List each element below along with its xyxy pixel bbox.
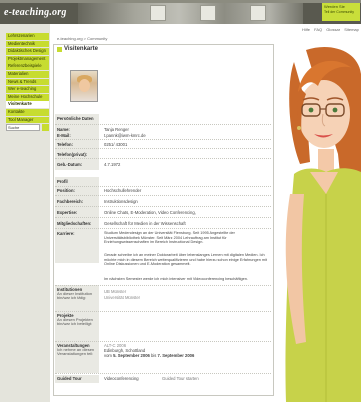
badge-line2: Teil der Community (324, 10, 354, 14)
card-icon (57, 47, 62, 52)
divider (55, 217, 271, 218)
telefon-value: 0251/ 43001 (104, 142, 128, 147)
divider (55, 206, 271, 207)
sidebar-item-tool-manager[interactable]: Tool Manager (6, 116, 49, 124)
divider (55, 228, 271, 229)
photo-face (79, 79, 90, 92)
start-tour-link[interactable]: Guided Tour starten (162, 376, 199, 381)
divider (55, 195, 271, 196)
telefon-label: Telefon: (57, 142, 73, 147)
divider (55, 186, 271, 187)
expertise-value: Online Chats, E-Moderation, Video Confer… (104, 210, 196, 215)
section-profil: Profil (57, 179, 68, 184)
karriere-label: Karriere: (57, 231, 75, 236)
top-nav: Hilfe FAQ Glossar Sitemap (302, 27, 361, 32)
sidebar-item-materialien[interactable]: Materialien (6, 70, 49, 78)
karriere-text-2: Gerade schreibe ich an meiner Doktorarbe… (104, 253, 267, 267)
sidebar-item-referenzbeispiele[interactable]: Referenzbeispiele (6, 63, 49, 71)
search-box: Suche (6, 124, 49, 132)
sidebar-item-wer[interactable]: Wer e-teaching (6, 86, 49, 93)
name-value: Tanja Renger (104, 127, 129, 132)
site-logo[interactable]: e-teaching.org (4, 7, 67, 18)
badge-line1: Werden Sie (324, 4, 345, 9)
projekte-hint: An diesen Projekten bin/war ich beteilig… (57, 317, 93, 327)
divider (55, 148, 271, 149)
divider (55, 311, 271, 312)
mitglied-label: Mitgliedschaften: (57, 221, 92, 226)
position-value: Hochschullehrender (104, 188, 142, 193)
sidebar-item-medientechnik[interactable]: Medientechnik (6, 40, 49, 48)
email-link[interactable]: t.pannk@iwm-kmrc.de (104, 133, 146, 138)
topnav-sitemap-link[interactable]: Sitemap (344, 27, 359, 32)
header-photo (250, 5, 266, 21)
institution-2[interactable]: Universität Münster (104, 295, 140, 300)
section-guided-tour: Guided Tour (57, 376, 82, 381)
veranstaltungen-hint: Ich nehme an diesen Veranstaltungen teil… (57, 347, 95, 357)
search-input[interactable]: Suche (6, 124, 40, 131)
institution-hint: An dieser Institution bin/war ich tätig: (57, 291, 93, 301)
karriere-text-3: Im nächsten Semester werde ich mich inte… (104, 277, 248, 281)
header-photo (150, 5, 166, 21)
sidebar-item-lehrszenarien[interactable]: Lehrszenarien (6, 33, 49, 40)
telefon-privat-label: Telefon(privat): (57, 152, 88, 157)
tour-name: Videoconferencing (104, 376, 139, 381)
header-bar: e-teaching.org Werden Sie Teil der Commu… (0, 0, 361, 24)
breadcrumb[interactable]: e-teaching.org > Community (57, 36, 107, 41)
divider (55, 158, 271, 159)
sidebar-menu: Lehrszenarien Medientechnik Didaktisches… (6, 33, 49, 124)
institution-1[interactable]: UB Münster (104, 289, 126, 294)
page-title: Visitenkarte (64, 46, 98, 52)
position-label: Position: (57, 188, 75, 193)
community-badge[interactable]: Werden Sie Teil der Community (322, 3, 360, 21)
event-date-from: 5. September 2006 (113, 353, 150, 358)
event-dates-mid: bis (149, 353, 158, 358)
expertise-label: Expertise: (57, 210, 78, 215)
divider (55, 139, 271, 140)
topnav-help-link[interactable]: Hilfe (302, 27, 310, 32)
divider (55, 341, 271, 342)
sidebar-item-visitenkarte[interactable]: Visitenkarte (6, 101, 49, 109)
event-dates-pre: vom (104, 353, 114, 358)
event-dates: vom 5. September 2006 bis 7. September 2… (104, 353, 194, 358)
sidebar-item-kontakte[interactable]: Kontakte (6, 108, 49, 116)
email-label: E-Mail: (57, 133, 71, 138)
section-personal: Persönliche Daten (57, 116, 94, 121)
sidebar-item-hochschule[interactable]: Meine Hochschule (6, 93, 49, 101)
geb-label: Geb.-Datum: (57, 162, 83, 167)
topnav-faq-link[interactable]: FAQ (314, 27, 322, 32)
header-photo-strip (78, 3, 303, 24)
header-photo (200, 5, 216, 21)
divider (55, 285, 271, 286)
mitglied-value: Gesellschaft für Medien in der Wissensch… (104, 221, 186, 226)
topnav-glossar-link[interactable]: Glossar (326, 27, 340, 32)
sidebar-item-didaktisches-design[interactable]: Didaktisches Design (6, 48, 49, 55)
event-date-to: 7. September 2006 (157, 353, 195, 358)
sidebar-item-news[interactable]: News & Trends (6, 78, 49, 86)
name-label: Name: (57, 127, 70, 132)
sidebar-item-projektmanagement[interactable]: Projektmanagement (6, 55, 49, 63)
search-button[interactable] (42, 124, 49, 131)
karriere-text-1: Studium Medendesign an der Universität F… (104, 231, 235, 245)
fachbereich-value: Instruktionsdesign (104, 199, 138, 204)
divider (55, 373, 271, 374)
geb-value: 4.7.1972 (104, 162, 121, 167)
profile-photo (70, 70, 98, 102)
fachbereich-label: Fachbereich: (57, 199, 84, 204)
divider (55, 124, 271, 125)
mascot-illustration (285, 47, 361, 402)
